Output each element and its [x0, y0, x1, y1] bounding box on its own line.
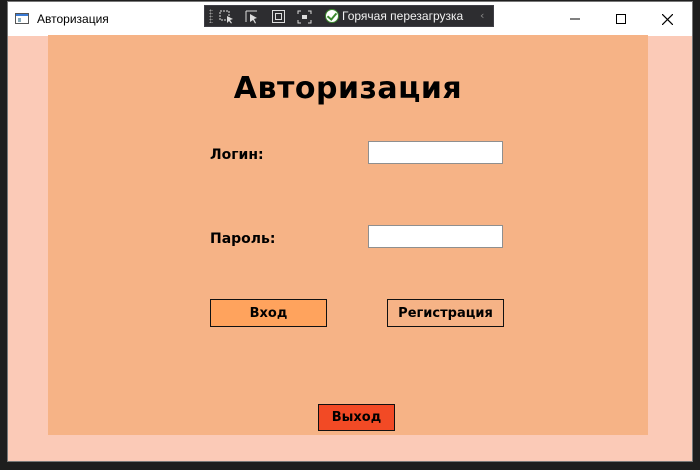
login-label: Логин:: [210, 147, 264, 163]
close-button[interactable]: [644, 2, 690, 36]
login-button[interactable]: Вход: [210, 299, 327, 327]
checkmark-circle-icon: [325, 9, 339, 23]
pointer-icon[interactable]: [245, 9, 261, 24]
minimize-button[interactable]: [552, 2, 598, 36]
close-icon: [661, 13, 673, 25]
page-title: Авторизация: [233, 71, 463, 106]
collapse-toolbar-icon[interactable]: ‹: [480, 9, 484, 22]
register-button[interactable]: Регистрация: [387, 299, 504, 327]
hot-reload-button[interactable]: Горячая перезагрузка: [342, 9, 463, 23]
toolbar-grip[interactable]: [209, 9, 213, 23]
password-label: Пароль:: [210, 231, 276, 247]
auth-panel: Авторизация Логин: Пароль: Вход Регистра…: [48, 35, 648, 435]
select-element-icon[interactable]: [219, 9, 235, 24]
exit-button[interactable]: Выход: [318, 404, 395, 431]
debug-toolbar: Горячая перезагрузка ‹: [204, 5, 494, 27]
window-title: Авторизация: [37, 12, 109, 26]
maximize-icon: [616, 14, 626, 24]
password-input[interactable]: [368, 225, 503, 248]
track-focus-icon[interactable]: [297, 9, 313, 24]
ide-background-right: [692, 0, 700, 470]
minimize-icon: [570, 18, 580, 20]
login-input[interactable]: [368, 141, 503, 164]
app-window-icon: [15, 13, 29, 24]
display-layout-icon[interactable]: [271, 9, 287, 23]
maximize-button[interactable]: [598, 2, 644, 36]
auth-window: Авторизация Горячая перезагрузка ‹ Автор…: [7, 1, 693, 462]
